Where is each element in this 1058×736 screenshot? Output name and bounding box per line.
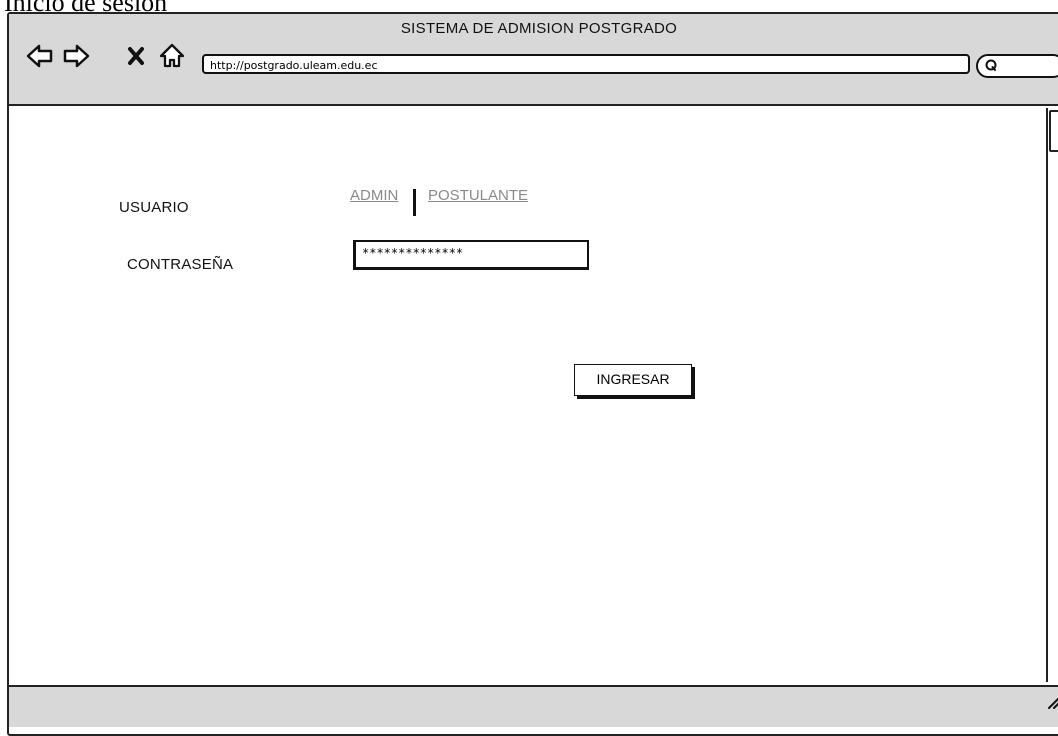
search-field[interactable] bbox=[976, 54, 1058, 78]
password-field[interactable]: ************** bbox=[353, 240, 589, 270]
postulante-link[interactable]: POSTULANTE bbox=[428, 187, 528, 204]
browser-window: SISTEMA DE ADMISION POSTGRADO http://pos… bbox=[7, 12, 1058, 736]
search-icon bbox=[985, 59, 997, 71]
forward-arrow-icon[interactable] bbox=[61, 41, 91, 71]
admin-link[interactable]: ADMIN bbox=[350, 187, 398, 204]
browser-titlebar: SISTEMA DE ADMISION POSTGRADO http://pos… bbox=[9, 14, 1058, 106]
url-input[interactable]: http://postgrado.uleam.edu.ec bbox=[202, 54, 970, 74]
resize-grip-icon[interactable] bbox=[1047, 695, 1058, 709]
home-icon[interactable] bbox=[157, 41, 187, 71]
close-icon[interactable] bbox=[123, 41, 153, 71]
window-title: SISTEMA DE ADMISION POSTGRADO bbox=[400, 20, 678, 37]
back-arrow-icon[interactable] bbox=[25, 41, 55, 71]
usuario-label: USUARIO bbox=[119, 199, 189, 216]
scrollbar-thumb[interactable] bbox=[1049, 110, 1058, 152]
vertical-scrollbar[interactable] bbox=[1046, 108, 1058, 682]
browser-statusbar bbox=[9, 685, 1058, 727]
link-divider bbox=[413, 189, 416, 216]
password-label: CONTRASEÑA bbox=[127, 256, 234, 273]
ingresar-button[interactable]: INGRESAR bbox=[574, 364, 692, 396]
